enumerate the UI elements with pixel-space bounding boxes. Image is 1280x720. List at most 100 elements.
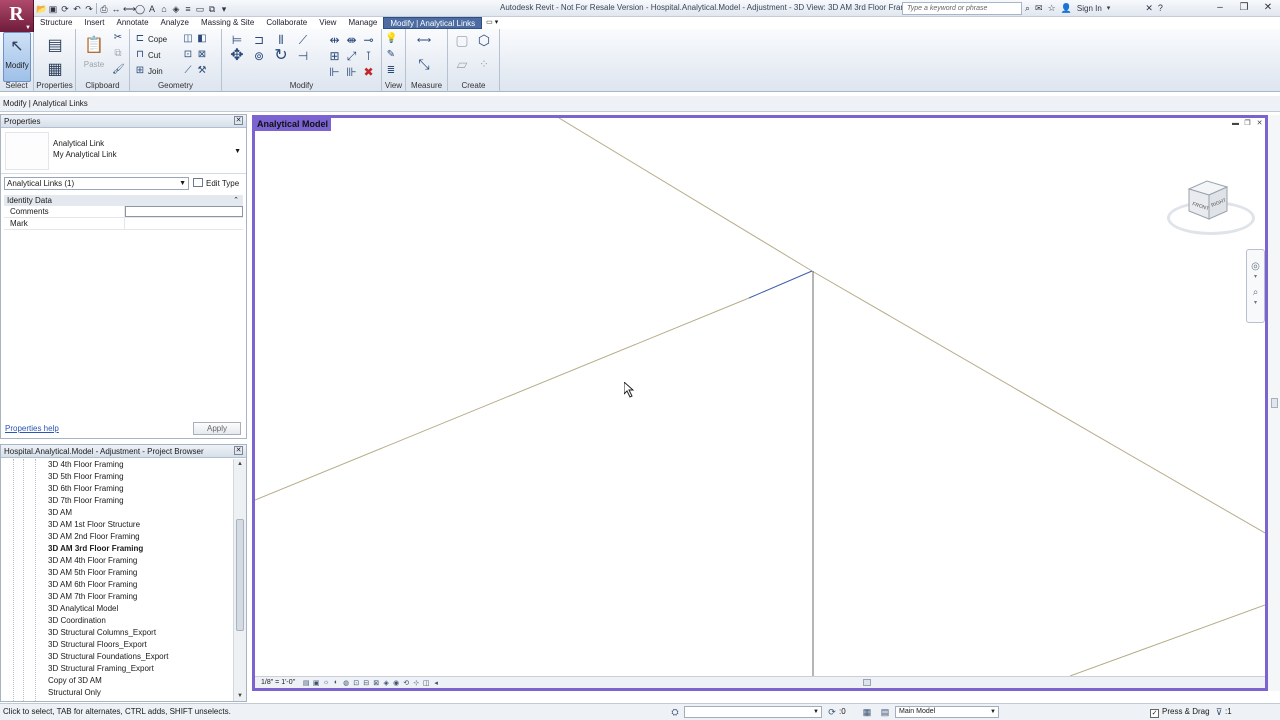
sign-in-link[interactable]: Sign In (1077, 1, 1102, 16)
help-icon[interactable]: ? (1158, 1, 1163, 16)
workset-select[interactable]: ▼ (684, 706, 822, 718)
chevron-down-icon[interactable]: ▾ (1107, 1, 1111, 16)
3d-view-icon[interactable]: ⌂ (159, 4, 169, 14)
open-icon[interactable]: 📂 (36, 4, 47, 14)
modify-button[interactable]: ↖ Modify (3, 32, 31, 82)
mirror-draw-icon[interactable]: ⟋ (292, 32, 314, 48)
copy-element-icon[interactable]: ⊚ (248, 48, 270, 64)
text-icon[interactable]: A (147, 4, 157, 14)
close-icon[interactable]: ✕ (1256, 0, 1280, 16)
viewcube-cube[interactable]: FRONT RIGHT (1185, 177, 1231, 223)
tab-annotate[interactable]: Annotate (110, 17, 154, 29)
override-graphics-button[interactable]: 💡 (385, 32, 399, 46)
tab-insert[interactable]: Insert (78, 17, 110, 29)
linework-button[interactable]: ✎ (385, 48, 399, 62)
view-window[interactable]: Analytical Model ▬ ❐ ✕ FRONT RIGHT ◎ ▾ ⌕… (252, 115, 1268, 691)
cut-button[interactable]: ⊓ Cut (134, 48, 160, 62)
scroll-left-icon[interactable]: ◂ (431, 679, 441, 687)
save-icon[interactable]: ▣ (48, 4, 58, 14)
properties-help-link[interactable]: Properties help (5, 424, 59, 433)
design-options-icon[interactable]: ▦ (861, 706, 873, 718)
steering-wheel-icon[interactable]: ◎ (1247, 260, 1264, 274)
paint-icon[interactable]: ◧ (196, 33, 208, 45)
scroll-thumb[interactable] (1271, 398, 1278, 408)
render-icon[interactable]: ◍ (341, 679, 351, 687)
ribbon-minimize-icon[interactable]: ▭ ▾ (482, 17, 502, 29)
close-icon[interactable]: ✕ (234, 446, 243, 455)
detail-level-icon[interactable]: ▤ (301, 679, 311, 687)
highlight-icon[interactable]: ◫ (421, 679, 431, 687)
aligned-dimension-button[interactable]: ⤡ (412, 57, 438, 71)
delete-icon[interactable]: ✖ (360, 64, 377, 80)
lock-3d-icon[interactable]: ⊠ (371, 679, 381, 687)
zoom-icon[interactable]: ⌕ (1247, 286, 1264, 300)
copy-button[interactable]: ⧉ (112, 47, 126, 61)
binoculars-icon[interactable]: ⌕ (1025, 1, 1030, 16)
analytical-model-canvas[interactable] (255, 118, 1265, 676)
reveal-hidden-icon[interactable]: ◉ (391, 679, 401, 687)
beam-join-button[interactable]: ⟋ ⚒ (182, 64, 210, 78)
create-assembly-button[interactable]: ▢ (452, 33, 474, 47)
analytical-beam-line[interactable] (558, 118, 813, 272)
star-icon[interactable]: ☆ (1048, 1, 1056, 16)
filter-icon[interactable]: ⊽ (1213, 706, 1225, 718)
tab-modify-analytical-links[interactable]: Modify | Analytical Links (383, 17, 483, 29)
demolish-icon[interactable]: ⊠ (196, 49, 208, 61)
analytical-beam-line[interactable] (255, 297, 750, 501)
tab-manage[interactable]: Manage (342, 17, 383, 29)
split-face-button[interactable]: ◫ ◧ (182, 32, 210, 46)
wall-joins-button[interactable]: ⊡ ⊠ (182, 48, 210, 62)
user-icon[interactable]: 👤 (1061, 1, 1072, 16)
chevron-down-icon[interactable]: ▾ (1247, 274, 1264, 280)
create-parts-button[interactable]: ⬡ (474, 33, 496, 47)
array-icon[interactable]: ⊞ (326, 48, 343, 64)
instance-filter-select[interactable]: Analytical Links (1) ▼ (4, 177, 189, 190)
mark-field[interactable] (125, 218, 243, 229)
crop-view-icon[interactable]: ⊡ (351, 679, 361, 687)
minimize-icon[interactable]: – (1208, 0, 1232, 16)
type-properties-icon[interactable]: ▦ (44, 59, 66, 81)
section-icon[interactable]: ◈ (171, 4, 181, 14)
unpin-icon[interactable]: ⊸ (360, 32, 377, 48)
tab-collaborate[interactable]: Collaborate (260, 17, 313, 29)
maximize-icon[interactable]: ❐ (1232, 0, 1256, 16)
wrench-icon[interactable]: ⚒ (196, 65, 208, 77)
design-option-select[interactable]: Main Model ▼ (895, 706, 999, 718)
customize-icon[interactable]: ▾ (219, 4, 229, 14)
worksets-icon[interactable]: ⛭ (669, 706, 681, 718)
chevron-down-icon[interactable]: ▾ (1247, 300, 1264, 306)
temporary-view-icon[interactable]: ⟲ (401, 679, 411, 687)
trim-icon[interactable]: ⊣ (292, 48, 314, 64)
create-group-button[interactable]: ▱ (452, 57, 474, 71)
trim-single-icon[interactable]: ⊪ (343, 64, 360, 80)
press-drag-toggle[interactable]: ✓ Press & Drag (1150, 704, 1210, 720)
editing-requests-icon[interactable]: ⟳ (826, 706, 838, 718)
tab-analyze[interactable]: Analyze (155, 17, 195, 29)
cope-button[interactable]: ⊏ Cope (134, 32, 167, 46)
identity-data-group[interactable]: Identity Data ⌃ (4, 195, 243, 206)
scale-icon[interactable]: ⤢ (343, 48, 360, 64)
align-icon[interactable]: ⊨ (226, 32, 248, 48)
cut-clip-button[interactable]: ✂ (112, 31, 126, 45)
pin-icon[interactable]: ⊺ (360, 48, 377, 64)
paste-button[interactable]: 📋 Paste (80, 32, 108, 82)
tab-massing-site[interactable]: Massing & Site (195, 17, 260, 29)
exclude-options-icon[interactable]: ▤ (879, 706, 891, 718)
similar-button[interactable]: ⁘ (474, 57, 496, 71)
measure-icon[interactable]: ↔ (111, 4, 121, 14)
split-gap-icon[interactable]: ⇼ (343, 32, 360, 48)
checkbox-checked-icon[interactable]: ✓ (1150, 709, 1159, 718)
move-icon[interactable]: ✥ (226, 48, 248, 64)
rotate-icon[interactable]: ↻ (270, 48, 292, 64)
select-panel-label[interactable]: Select (0, 81, 33, 91)
apply-button[interactable]: Apply (193, 422, 241, 435)
view-scale[interactable]: 1/8" = 1'-0" (255, 679, 295, 686)
edit-type-button[interactable]: Edit Type (193, 177, 239, 190)
trim-multiple-icon[interactable]: ⊩ (326, 64, 343, 80)
redo-icon[interactable]: ↷ (84, 4, 94, 14)
match-properties-button[interactable]: 🖌 (112, 63, 126, 77)
analytical-beam-line[interactable] (811, 270, 1265, 534)
filter-view-button[interactable]: ≣ (385, 64, 399, 78)
close-icon[interactable]: ✕ (1255, 120, 1264, 128)
exchange-icon[interactable]: ✕ (1145, 1, 1153, 16)
